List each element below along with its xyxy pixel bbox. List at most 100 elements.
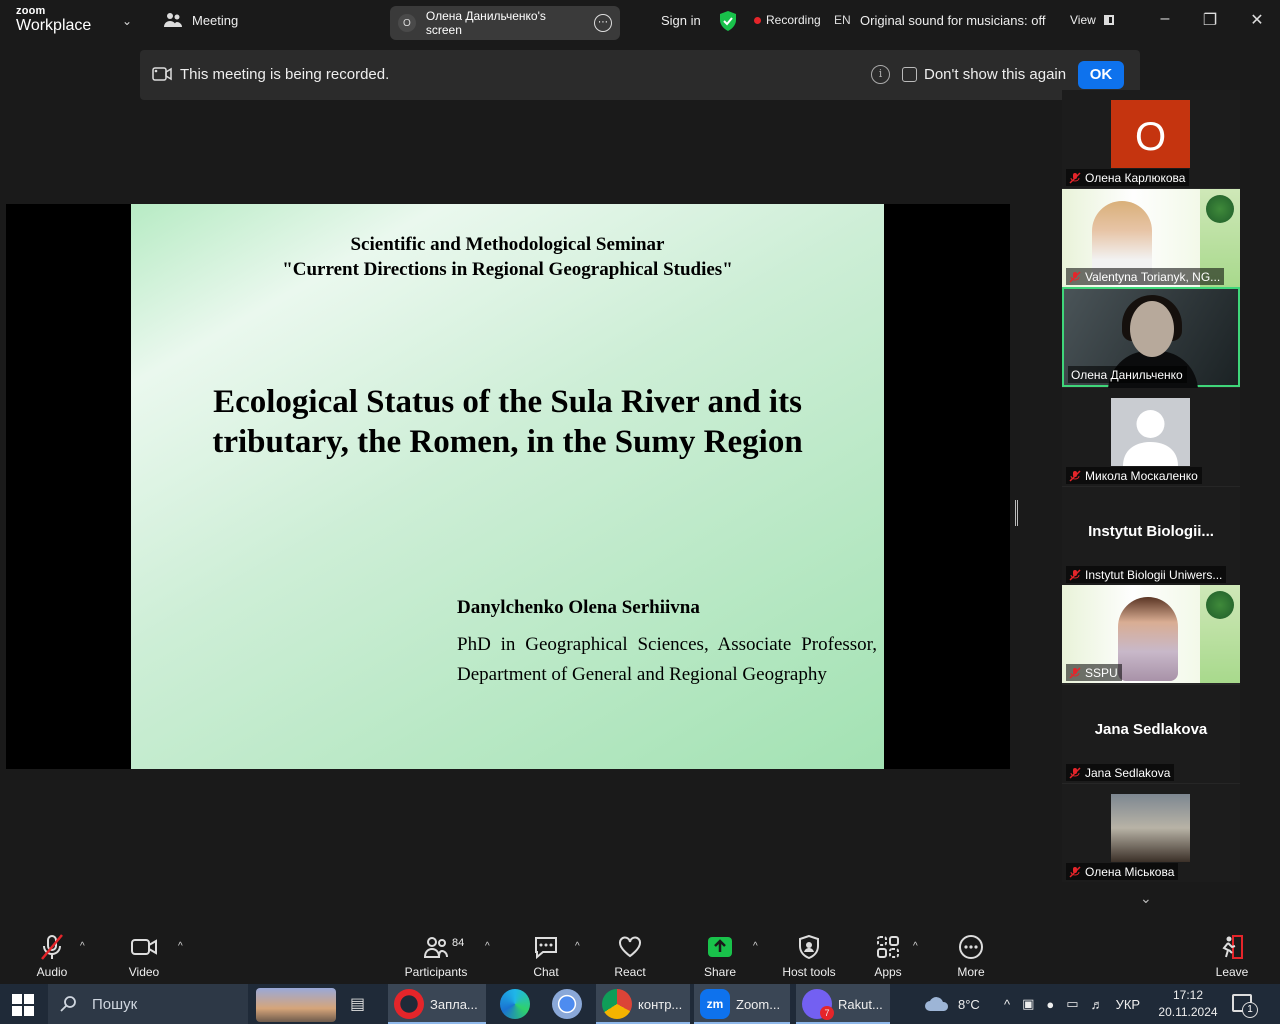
more-options-icon[interactable]: ⋯ bbox=[594, 14, 612, 32]
participant-name-tag: SSPU bbox=[1066, 664, 1122, 681]
audio-button[interactable]: Audio bbox=[12, 933, 92, 979]
share-button[interactable]: Share bbox=[680, 933, 760, 979]
ok-button[interactable]: OK bbox=[1078, 61, 1124, 89]
participant-tile[interactable]: SSPU bbox=[1062, 585, 1240, 683]
dont-show-again-checkbox[interactable] bbox=[902, 67, 917, 82]
recording-label: Recording bbox=[766, 13, 821, 27]
meeting-menu-button[interactable]: Meeting bbox=[164, 12, 238, 28]
brand-bottom: Workplace bbox=[16, 17, 92, 34]
apps-button[interactable]: Apps bbox=[848, 933, 928, 979]
shared-screen-pill[interactable]: O Олена Данильченко's screen ⋯ bbox=[390, 6, 620, 40]
mic-muted-icon bbox=[1069, 171, 1081, 184]
chat-options-chevron-icon[interactable]: ^ bbox=[575, 941, 580, 952]
leave-button[interactable]: Leave bbox=[1192, 933, 1272, 979]
language-interpretation[interactable]: EN bbox=[834, 13, 851, 27]
taskbar-clock[interactable]: 17:12 20.11.2024 bbox=[1156, 987, 1220, 1021]
tray-expand-icon[interactable]: ^ bbox=[1004, 997, 1010, 1012]
minimize-icon[interactable]: – bbox=[1155, 10, 1175, 28]
participant-gallery: O Олена Карлюкова Valentynа Torianyk, NG… bbox=[1062, 90, 1240, 882]
participant-tile[interactable]: Олена Міськова bbox=[1062, 784, 1240, 882]
view-menu-button[interactable]: View bbox=[1070, 13, 1114, 27]
react-button[interactable]: React bbox=[590, 933, 670, 979]
close-icon[interactable]: ✕ bbox=[1247, 10, 1267, 30]
mic-muted-icon bbox=[1069, 666, 1081, 679]
react-label: React bbox=[614, 965, 646, 979]
microphone-tray-icon[interactable]: ● bbox=[1046, 997, 1054, 1012]
participant-face bbox=[1130, 301, 1174, 357]
notification-center-icon[interactable]: 1 bbox=[1232, 994, 1258, 1018]
participant-name-tag: Instytut Biologii Uniwers... bbox=[1066, 566, 1227, 583]
title-bar: zoom Workplace ⌄ Meeting O Олена Данильч… bbox=[0, 0, 1280, 44]
video-button[interactable]: Video bbox=[104, 933, 184, 979]
info-icon[interactable]: i bbox=[871, 65, 890, 84]
encryption-shield-icon[interactable] bbox=[719, 11, 737, 31]
original-sound-status[interactable]: Original sound for musicians: off bbox=[860, 13, 1045, 28]
audio-options-chevron-icon[interactable]: ^ bbox=[80, 941, 85, 952]
taskbar-search[interactable]: Пошук bbox=[48, 984, 248, 1024]
dont-show-again-label[interactable]: Don't show this again bbox=[924, 66, 1066, 83]
video-label: Video bbox=[128, 965, 160, 979]
slide-title-line-2: tributary, the Romen, in the Sumy Region bbox=[212, 424, 803, 460]
host-tools-label: Host tools bbox=[782, 965, 836, 979]
network-icon[interactable]: ▭ bbox=[1066, 996, 1078, 1012]
zoom-app-icon: zm bbox=[700, 989, 730, 1019]
chevron-down-icon[interactable]: ⌄ bbox=[122, 14, 132, 28]
chat-button[interactable]: Chat bbox=[506, 933, 586, 979]
participant-tile-active-speaker[interactable]: Олена Данильченко bbox=[1062, 287, 1240, 391]
task-view-icon[interactable]: ▤ bbox=[350, 994, 365, 1014]
participant-tile[interactable]: Instytut Biologii... Instytut Biologii U… bbox=[1062, 487, 1240, 585]
video-options-chevron-icon[interactable]: ^ bbox=[178, 941, 183, 952]
host-tools-button[interactable]: Host tools bbox=[769, 933, 849, 979]
more-label: More bbox=[957, 965, 985, 979]
participant-name: Instytut Biologii Uniwers... bbox=[1085, 567, 1223, 582]
taskbar-app-zoom[interactable]: zm Zoom... bbox=[694, 984, 790, 1024]
chromium-icon bbox=[552, 989, 582, 1019]
volume-icon[interactable]: ♬ bbox=[1091, 997, 1104, 1012]
search-highlight-image[interactable] bbox=[256, 988, 336, 1022]
apps-options-chevron-icon[interactable]: ^ bbox=[913, 941, 918, 952]
search-icon bbox=[60, 996, 76, 1012]
mic-muted-icon bbox=[1069, 270, 1081, 283]
participant-name-tag: Олена Данильченко bbox=[1068, 366, 1187, 383]
mic-muted-icon bbox=[1069, 766, 1081, 779]
leave-label: Leave bbox=[1215, 965, 1249, 979]
participant-name: Олена Карлюкова bbox=[1085, 170, 1186, 185]
taskbar-app-viber[interactable]: 7 Rakut... bbox=[796, 984, 890, 1024]
share-options-chevron-icon[interactable]: ^ bbox=[753, 941, 758, 952]
participant-name-tag: Микола Москаленко bbox=[1066, 467, 1202, 484]
recording-indicator[interactable]: Recording bbox=[754, 13, 821, 27]
taskbar-app-chromium[interactable] bbox=[546, 984, 590, 1024]
participant-name-tag: Valentynа Torianyk, NG... bbox=[1066, 268, 1225, 285]
participant-tile[interactable]: Микола Москаленко bbox=[1062, 388, 1240, 486]
zoom-window: zoom Workplace ⌄ Meeting O Олена Данильч… bbox=[0, 0, 1280, 1024]
taskbar-app-opera[interactable]: Запла... bbox=[388, 984, 486, 1024]
notification-count: 1 bbox=[1242, 1002, 1258, 1018]
share-label: Share bbox=[703, 965, 737, 979]
taskbar-app-chrome[interactable]: контр... bbox=[596, 984, 690, 1024]
heart-icon bbox=[590, 933, 670, 961]
zoom-workplace-logo[interactable]: zoom Workplace bbox=[16, 6, 91, 34]
participants-count: 84 bbox=[452, 937, 465, 949]
presentation-slide: Scientific and Methodological Seminar "C… bbox=[131, 204, 884, 769]
restore-icon[interactable]: ❐ bbox=[1200, 10, 1220, 30]
share-screen-icon bbox=[680, 933, 760, 961]
participant-tile[interactable]: Valentynа Torianyk, NG... bbox=[1062, 189, 1240, 287]
recording-camera-icon bbox=[152, 67, 172, 81]
weather-widget[interactable]: 8°C bbox=[924, 984, 980, 1024]
gallery-scroll-down-icon[interactable]: ⌄ bbox=[1140, 890, 1152, 907]
sign-in-link[interactable]: Sign in bbox=[661, 13, 701, 28]
participants-options-chevron-icon[interactable]: ^ bbox=[485, 941, 490, 952]
seminar-subtitle: "Current Directions in Regional Geograph… bbox=[282, 259, 733, 280]
taskbar-app-edge[interactable] bbox=[494, 984, 538, 1024]
more-button[interactable]: More bbox=[931, 933, 1011, 979]
participant-tile[interactable]: O Олена Карлюкова bbox=[1062, 90, 1240, 188]
gallery-resize-handle[interactable] bbox=[1015, 500, 1018, 526]
participant-display-name: Instytut Biologii... bbox=[1088, 523, 1214, 540]
participant-tile[interactable]: Jana Sedlakova Jana Sedlakova bbox=[1062, 685, 1240, 783]
input-language[interactable]: УКР bbox=[1116, 997, 1141, 1012]
chat-icon bbox=[506, 933, 586, 961]
search-placeholder: Пошук bbox=[92, 995, 138, 1013]
participant-name-tag: Олена Міськова bbox=[1066, 863, 1179, 880]
camera-tray-icon[interactable]: ▣ bbox=[1022, 996, 1034, 1012]
windows-start-icon[interactable] bbox=[12, 994, 34, 1016]
